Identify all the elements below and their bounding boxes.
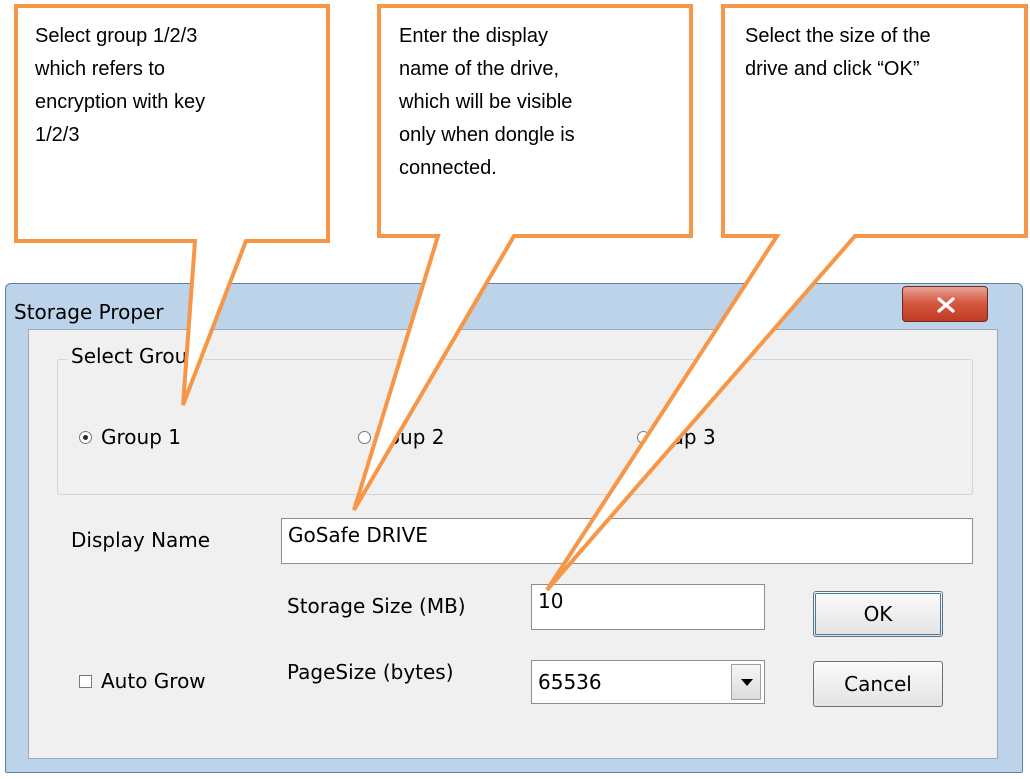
callout-line: only when dongle is <box>399 124 575 146</box>
storage-properties-window: Storage Proper Select Group Group 1 roup… <box>5 283 1023 773</box>
auto-grow-label: Auto Grow <box>101 669 206 693</box>
storage-size-label: Storage Size (MB) <box>287 594 466 618</box>
callout-line: which refers to <box>35 58 166 80</box>
display-name-label: Display Name <box>71 528 211 552</box>
callout-3-text: Select the size of the drive and click “… <box>745 20 931 86</box>
dropdown-arrow-button[interactable] <box>731 664 761 700</box>
callout-line: Enter the display <box>399 25 548 47</box>
page-size-select[interactable]: 65536 <box>531 660 765 704</box>
auto-grow-checkbox[interactable]: Auto Grow <box>79 669 206 693</box>
callout-line: drive and click “OK” <box>745 58 920 80</box>
page-size-value: 65536 <box>538 670 602 694</box>
callout-2-text: Enter the display name of the drive, whi… <box>399 20 575 185</box>
callout-line: which will be visible <box>399 91 573 113</box>
select-group-box <box>57 359 973 495</box>
radio-group-3[interactable]: oup 3 <box>637 425 716 449</box>
radio-button[interactable] <box>637 430 650 444</box>
radio-group-1-label: Group 1 <box>101 425 181 449</box>
callout-line: Select the size of the <box>745 25 931 47</box>
cancel-button[interactable]: Cancel <box>813 661 943 707</box>
radio-button[interactable] <box>358 430 371 444</box>
page-size-label: PageSize (bytes) <box>287 660 454 684</box>
window-title: Storage Proper <box>14 300 164 324</box>
callout-line: encryption with key <box>35 91 206 113</box>
select-group-label: Select Group <box>67 344 204 368</box>
storage-size-input[interactable]: 10 <box>531 584 765 630</box>
callout-line: 1/2/3 <box>35 124 80 146</box>
radio-button-checked[interactable] <box>79 430 92 444</box>
radio-group-3-label: oup 3 <box>659 425 716 449</box>
radio-group-2-label: roup 2 <box>380 425 445 449</box>
radio-group-1[interactable]: Group 1 <box>79 425 181 449</box>
chevron-down-icon <box>741 679 753 686</box>
callout-line: Select group 1/2/3 <box>35 25 198 47</box>
callout-line: connected. <box>399 157 497 179</box>
dialog-client-area: Select Group Group 1 roup 2 oup 3 Displa… <box>28 329 998 759</box>
callout-1-text: Select group 1/2/3 which refers to encry… <box>35 20 205 152</box>
checkbox-box[interactable] <box>79 674 92 688</box>
display-name-input[interactable]: GoSafe DRIVE <box>281 518 973 564</box>
close-button[interactable] <box>902 286 988 322</box>
ok-button[interactable]: OK <box>813 591 943 637</box>
close-x-icon <box>937 297 955 313</box>
radio-group-2[interactable]: roup 2 <box>358 425 444 449</box>
callout-line: name of the drive, <box>399 58 560 80</box>
